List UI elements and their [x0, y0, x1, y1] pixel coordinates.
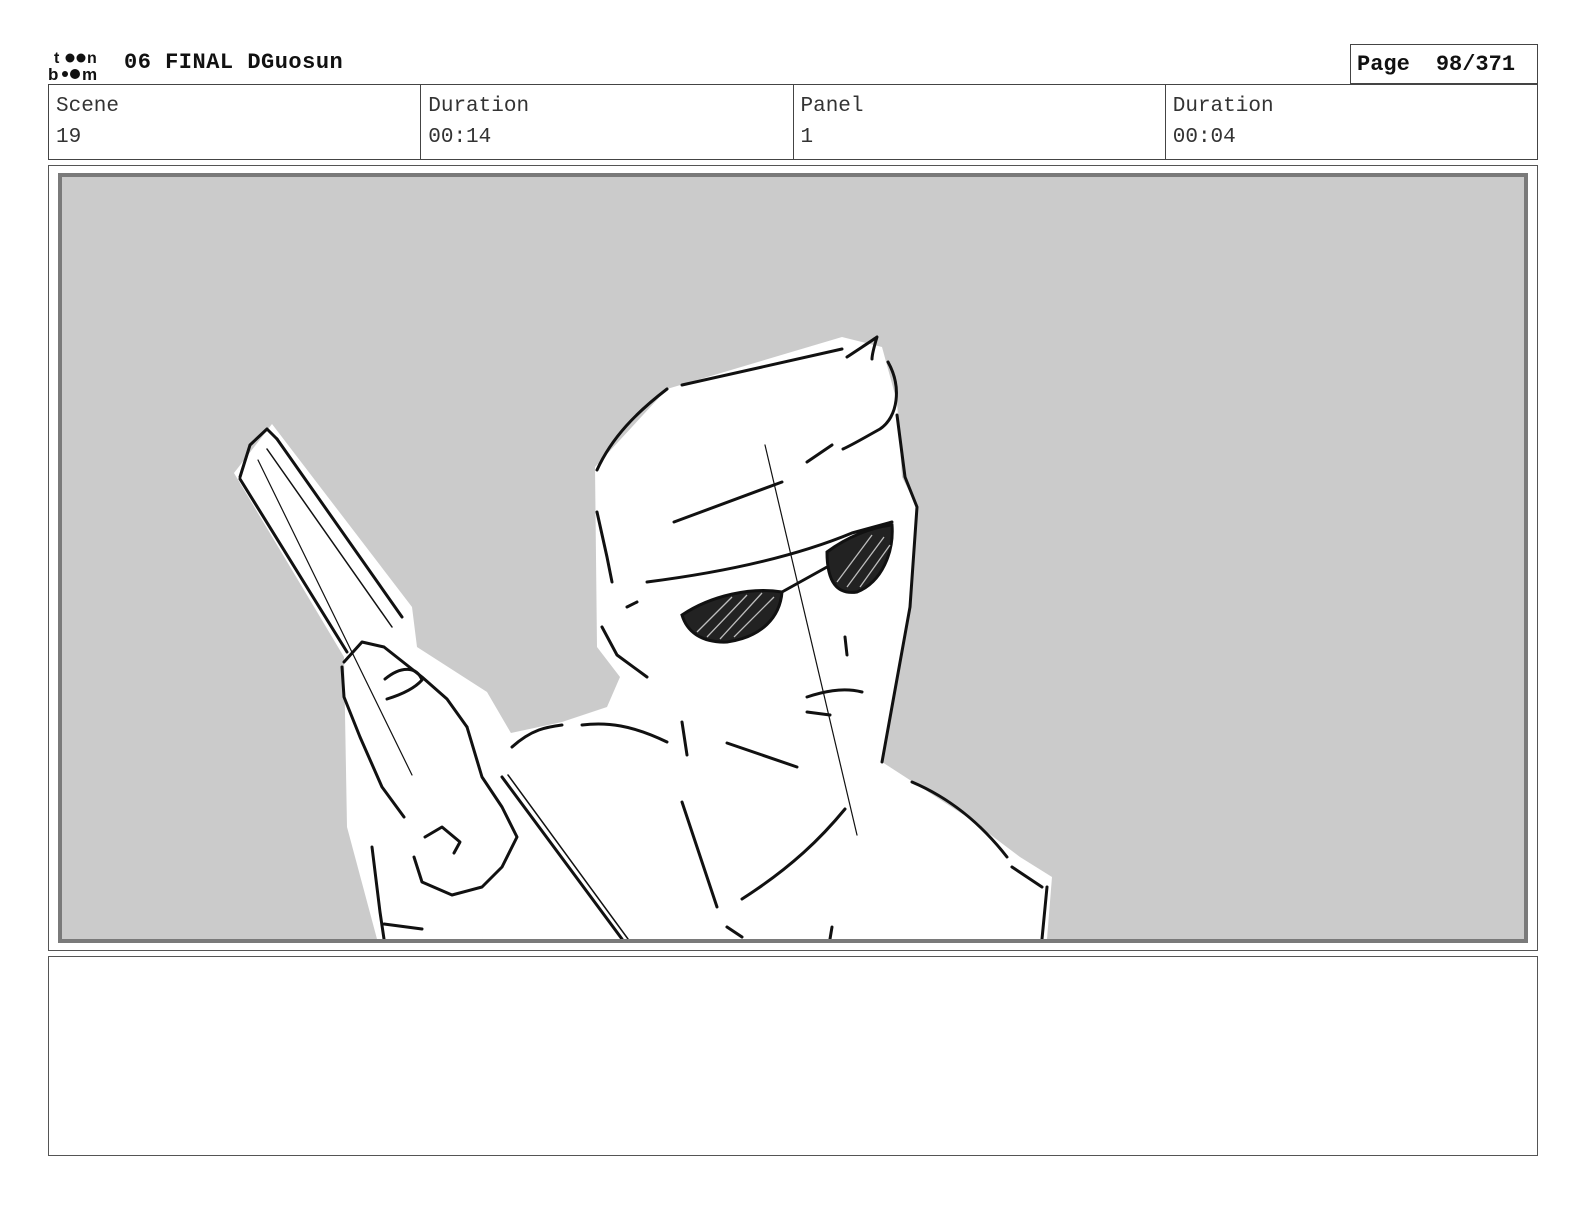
panel-label: Panel — [800, 95, 864, 118]
scene-value: 19 — [56, 126, 82, 149]
panel-notes-area — [48, 956, 1538, 1156]
scene-duration-value: 00:14 — [428, 126, 492, 149]
svg-text:m: m — [82, 65, 97, 82]
toon-boom-logo: t n b m — [48, 48, 106, 82]
nose-mark — [843, 635, 849, 657]
page-number: 98/371 — [1435, 51, 1516, 77]
sketch-drawing — [234, 335, 1052, 939]
panel-drawing-area — [58, 173, 1528, 943]
scene-info-table: Scene 19 Duration 00:14 Panel 1 Duration… — [48, 84, 1538, 160]
panel-duration-cell: Duration 00:04 — [1166, 85, 1537, 159]
scene-cell: Scene 19 — [49, 85, 422, 159]
page-label: Page — [1357, 51, 1410, 77]
project-title: 06 FINAL DGuosun — [124, 50, 344, 75]
gun-silhouette — [234, 424, 522, 939]
svg-text:b: b — [48, 65, 58, 82]
scene-label: Scene — [56, 95, 120, 118]
storyboard-panel — [48, 165, 1538, 951]
panel-duration-value: 00:04 — [1172, 126, 1236, 149]
figure-silhouette — [482, 337, 1052, 939]
storyboard-header: t n b m 06 FINAL DGuosun Page 98/371 — [48, 44, 1538, 84]
page-indicator: Page 98/371 — [1350, 44, 1538, 84]
torso-mid — [828, 925, 834, 939]
panel-value: 1 — [800, 126, 814, 149]
panel-cell: Panel 1 — [794, 85, 1166, 159]
scene-duration-cell: Duration 00:14 — [421, 85, 794, 159]
scene-duration-label: Duration — [428, 95, 530, 118]
panel-duration-label: Duration — [1172, 95, 1274, 118]
